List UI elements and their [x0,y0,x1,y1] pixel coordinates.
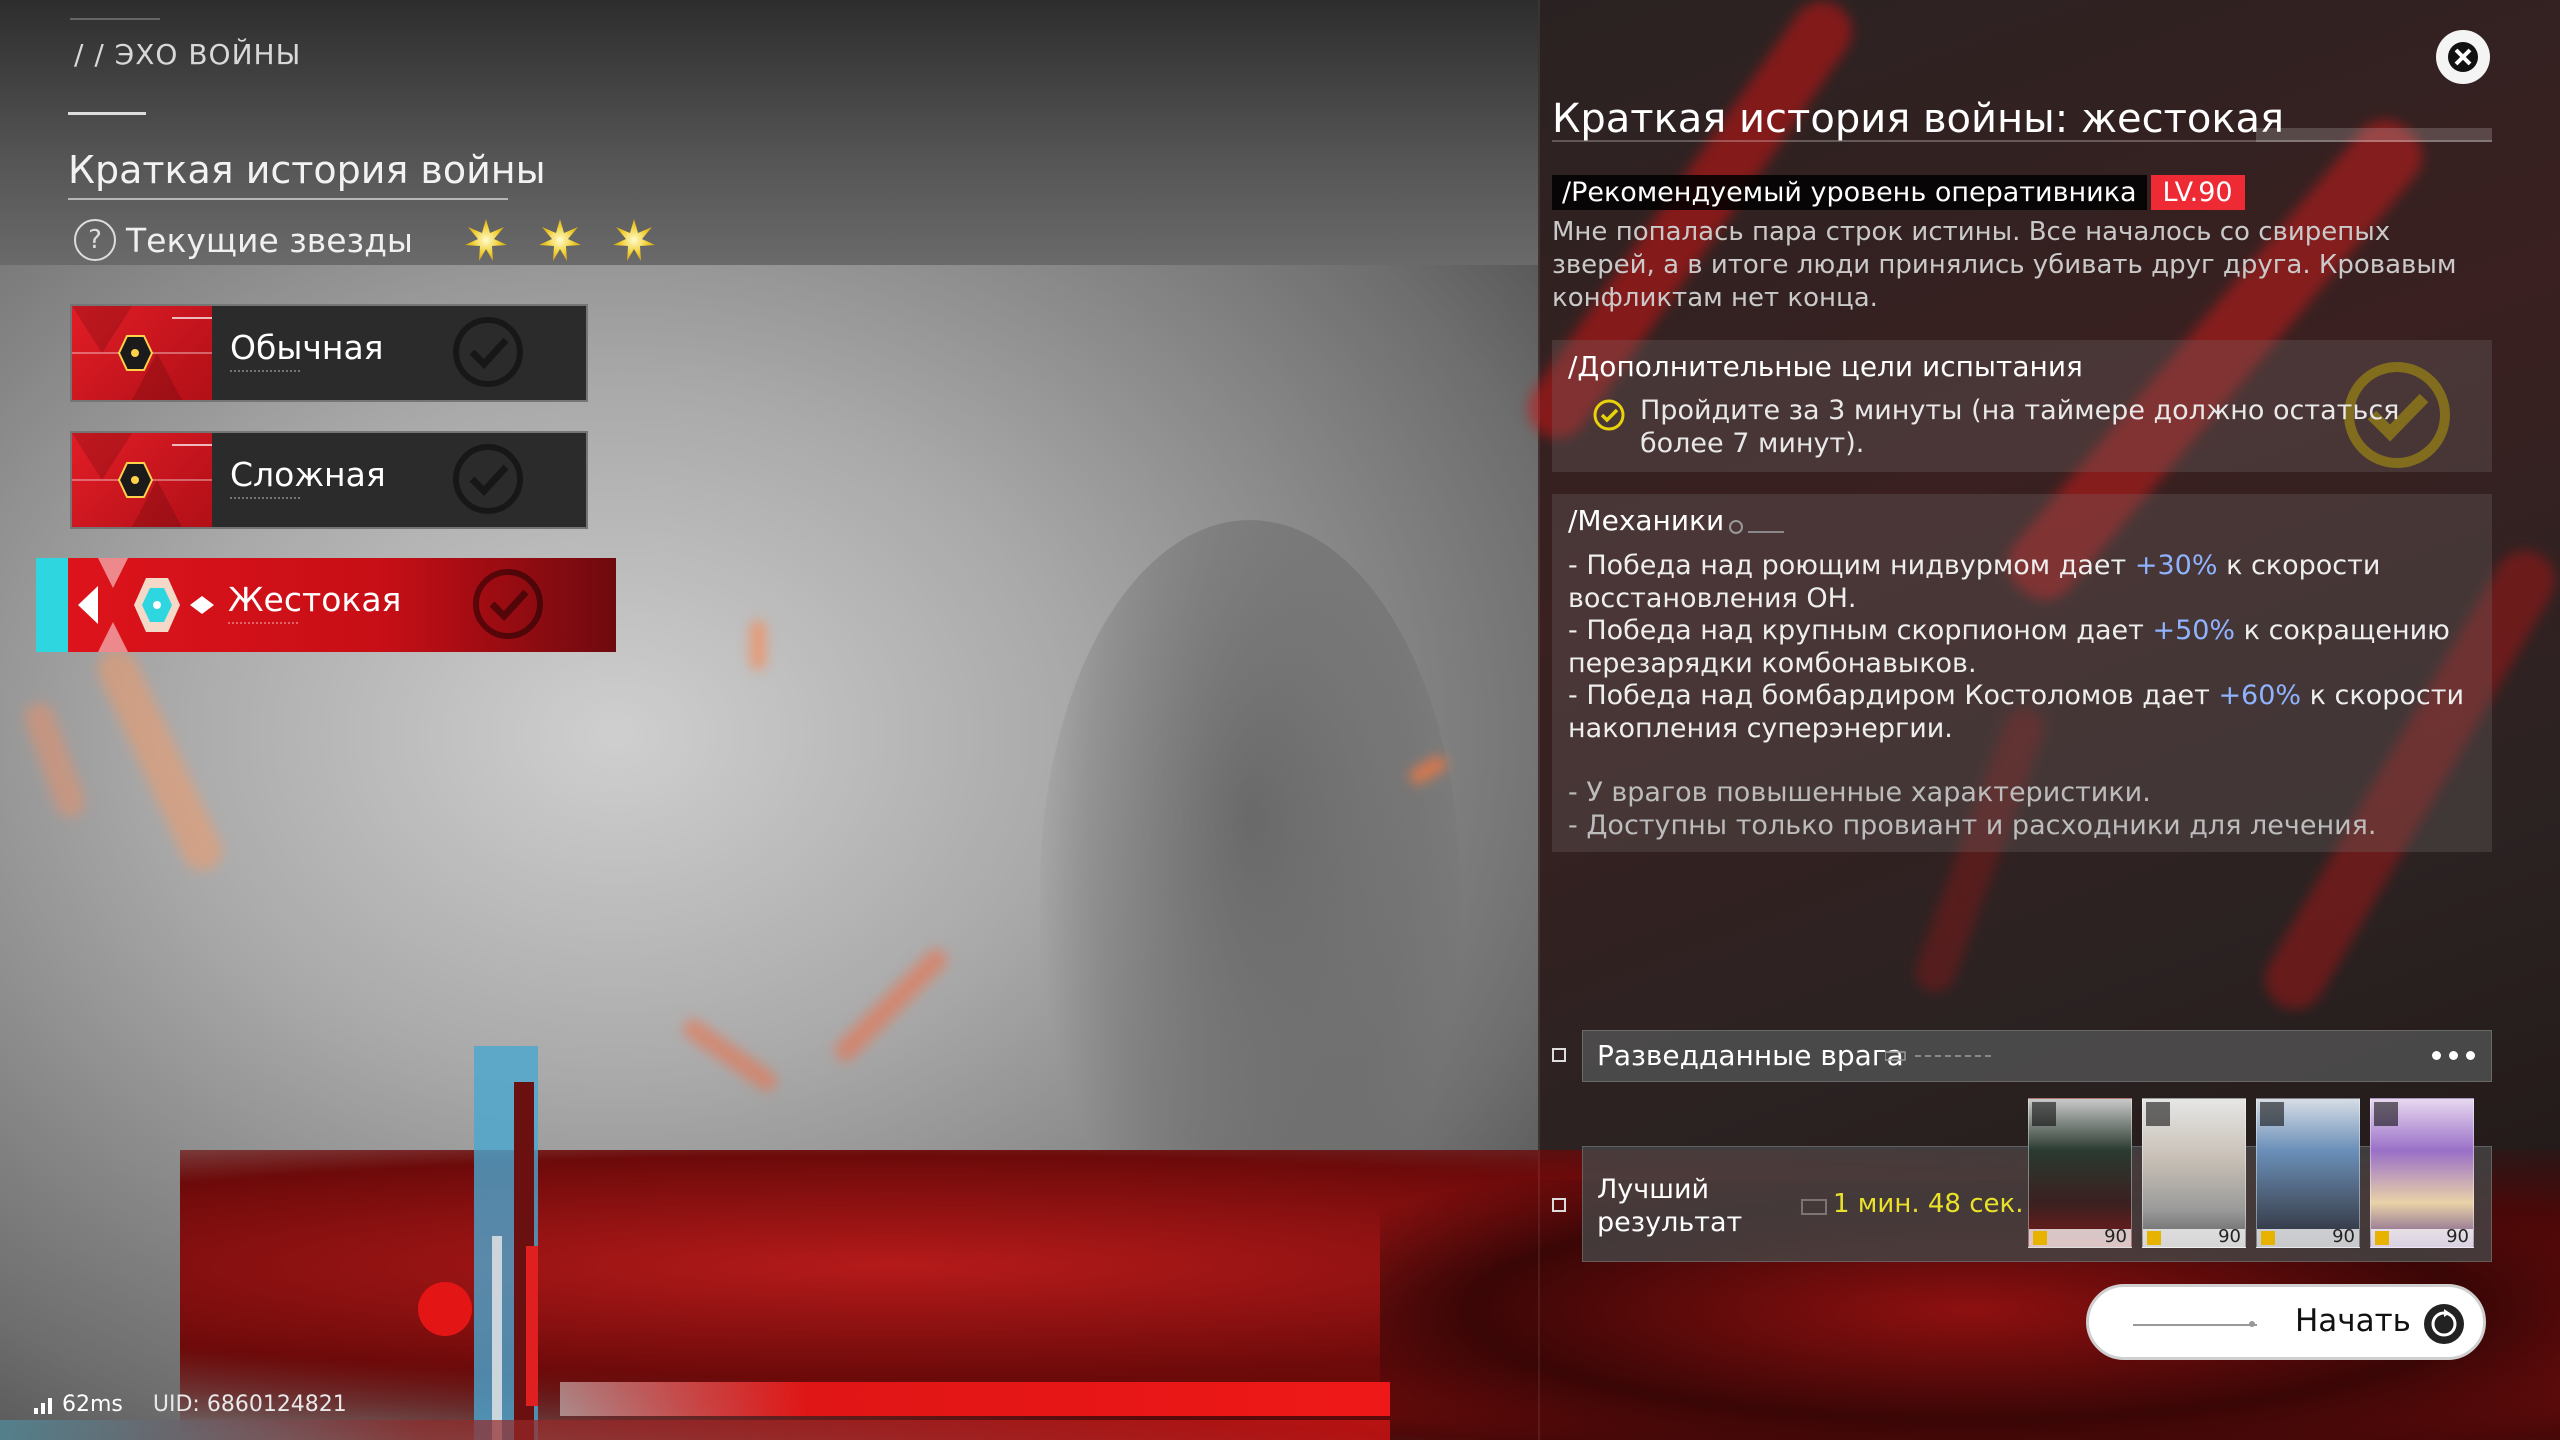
star-icon [464,219,507,261]
operator-level: 90 [2446,1226,2469,1247]
signal-icon [34,1396,52,1414]
check-icon [453,444,523,514]
mechanic-item: - Победа над роющим нидвурмом дает +30% … [1568,550,2381,614]
difficulty-hard-button[interactable]: Сложная [70,431,588,529]
help-icon[interactable]: ? [74,219,116,261]
class-icon [2260,1102,2284,1126]
best-time: 1 мин. 48 сек. [1833,1189,2024,1219]
title-underline [1552,140,2492,142]
operator-level: 90 [2104,1226,2127,1247]
title-underline [68,198,508,200]
start-icon [2424,1304,2464,1344]
class-icon [2032,1102,2056,1126]
bullet-square [1552,1048,1566,1062]
decorative-circle [418,1282,472,1336]
goal-item: Пройдите за 3 минуты (на таймере должно … [1592,394,2472,460]
timer-icon [1801,1199,1827,1215]
note-item: - У врагов повышенные характеристики. [1568,777,2151,808]
close-button[interactable] [2436,30,2490,84]
enemy-intel-label: Разведданные врага [1597,1039,1904,1072]
difficulty-emblem [72,433,212,527]
difficulty-label: Сложная [230,455,386,494]
difficulty-brutal-button[interactable]: Жестокая [36,558,616,652]
stage-title: Краткая история войны: жестокая [1552,96,2285,142]
difficulty-label: Жестокая [228,580,402,619]
page-title: Краткая история войны [68,148,546,192]
mechanics-header: /Механики [1568,504,1725,537]
decorative-bar [560,1382,1390,1416]
difficulty-normal-button[interactable]: Обычная [70,304,588,402]
decorative-mark [1885,1051,1995,1061]
stars-row: ? Текущие звезды [74,218,685,262]
operator-avatar[interactable]: 90 [2370,1098,2474,1248]
decorative-bars [474,1046,538,1440]
goals-header: /Дополнительные цели испытания [1568,350,2083,383]
start-label: Начать [2295,1303,2411,1339]
recommended-level: /Рекомендуемый уровень оперативника LV.9… [1552,174,2245,210]
close-icon [2448,42,2478,72]
difficulty-emblem [72,306,212,400]
decorative-marks [70,18,160,30]
note-item: - Доступны только провиант и расходники … [1568,809,2377,841]
decorative-mark [1729,520,1784,534]
star-icon [538,219,581,261]
element-icon [2147,1231,2161,1245]
best-result-label: Лучший результат [1597,1174,1743,1238]
mechanics-list: - Победа над роющим нидвурмом дает +30% … [1568,550,2478,842]
level-badge: LV.90 [2150,174,2245,210]
enemy-intel-button[interactable]: Разведданные врага [1582,1030,2492,1082]
decorative-line [68,112,146,115]
mechanic-item: - Победа над крупным скорпионом дает +50… [1568,615,2450,679]
ping-value: 62ms [62,1392,123,1417]
class-icon [2146,1102,2170,1126]
check-icon [453,317,523,387]
mechanics-panel: /Механики - Победа над роющим нидвурмом … [1552,494,2492,852]
difficulty-label: Обычная [230,328,384,367]
decorative-strip [0,1420,1390,1440]
operator-avatar[interactable]: 90 [2142,1098,2246,1248]
check-circle-icon [1593,399,1625,431]
element-icon [2261,1231,2275,1245]
start-button[interactable]: Начать [2086,1284,2486,1360]
operator-level: 90 [2332,1226,2355,1247]
network-status: 62ms UID: 6860124821 [34,1392,347,1417]
element-icon [2375,1231,2389,1245]
class-icon [2374,1102,2398,1126]
stage-description: Мне попалась пара строк истины. Все нача… [1552,217,2457,313]
goal-text: Пройдите за 3 минуты (на таймере должно … [1640,395,2400,459]
operator-level: 90 [2218,1226,2241,1247]
check-icon [473,569,543,639]
star-icon [612,219,655,261]
panel-divider [1538,0,1540,1440]
bullet-square [1552,1198,1566,1212]
mechanic-item: - Победа над бомбардиром Костоломов дает… [1568,680,2465,744]
more-icon[interactable] [2432,1051,2475,1060]
recommended-level-label: /Рекомендуемый уровень оперативника [1552,174,2147,210]
element-icon [2033,1231,2047,1245]
operator-avatar[interactable]: 90 [2256,1098,2360,1248]
extra-goals-panel: /Дополнительные цели испытания Пройдите … [1552,340,2492,472]
stars-label: Текущие звезды [126,220,413,260]
operator-avatar[interactable]: 90 [2028,1098,2132,1248]
difficulty-emblem [68,558,238,652]
section-label: / / ЭХО ВОЙНЫ [74,38,302,71]
uid-label: UID: 6860124821 [152,1392,347,1417]
